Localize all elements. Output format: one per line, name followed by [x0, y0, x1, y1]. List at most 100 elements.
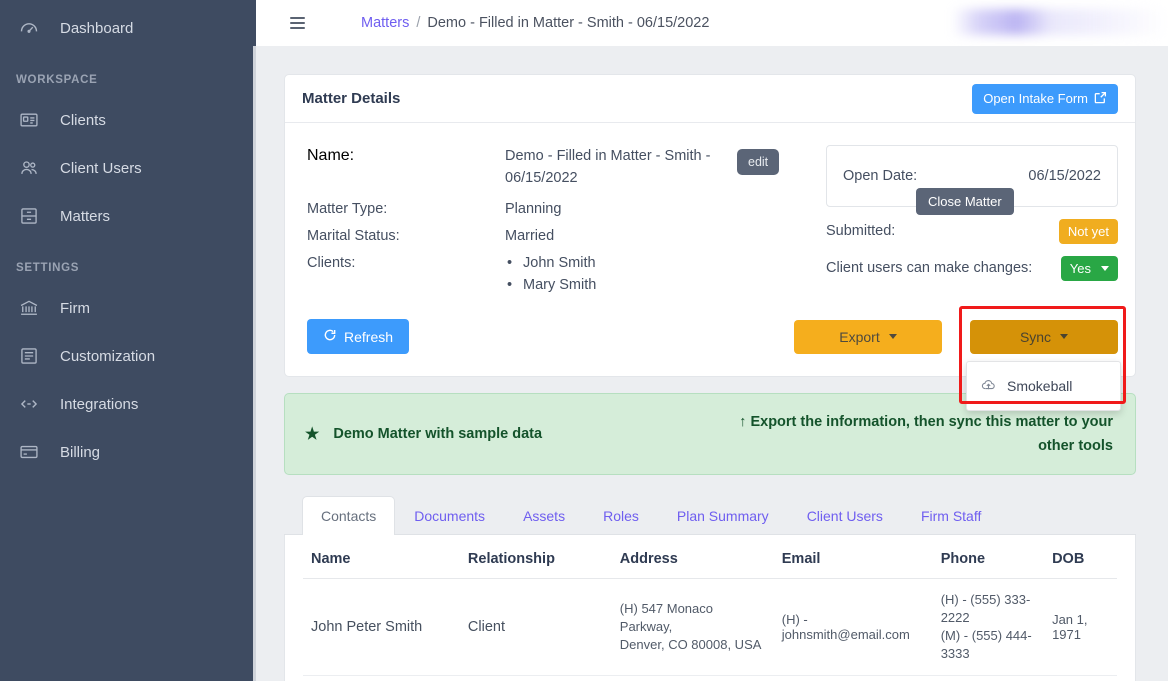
field-marital-status-row: Marital Status: Married — [307, 225, 794, 247]
sync-dropdown-group: Sync Smokeball — [970, 320, 1118, 354]
sidebar-item-label: Customization — [60, 348, 155, 365]
edit-button[interactable]: edit — [737, 149, 779, 175]
tab-documents[interactable]: Documents — [395, 496, 504, 535]
sidebar-item-customization[interactable]: Customization — [0, 332, 256, 380]
id-card-icon — [18, 109, 40, 131]
bank-icon — [18, 297, 40, 319]
open-intake-form-label: Open Intake Form — [983, 91, 1088, 106]
sidebar-item-firm[interactable]: Firm — [0, 284, 256, 332]
cell-phone: (M) - (555) 444-3333 (H) - (555) 333-222… — [933, 676, 1044, 681]
credit-card-icon — [18, 441, 40, 463]
matter-status-panel: Open Date: 06/15/2022 Close Matter Submi… — [794, 145, 1118, 301]
contacts-table: Name Relationship Address Email Phone DO… — [303, 535, 1117, 681]
cell-phone: (H) - (555) 333-2222 (M) - (555) 444-333… — [933, 579, 1044, 676]
tab-bar: Contacts Documents Assets Roles Plan Sum… — [284, 495, 1136, 535]
sidebar-section-settings: SETTINGS — [0, 240, 256, 284]
cloud-upload-icon — [981, 377, 996, 395]
field-clients-label: Clients: — [307, 252, 505, 296]
open-intake-form-button[interactable]: Open Intake Form — [972, 84, 1118, 114]
breadcrumb-current: Demo - Filled in Matter - Smith - 06/15/… — [427, 15, 709, 31]
refresh-icon — [323, 328, 337, 345]
cell-relationship: Client — [460, 676, 612, 681]
phone-line-2: (M) - (555) 444-3333 — [941, 627, 1036, 663]
cell-name: Mary Smith — [303, 676, 460, 681]
matter-details-header: Matter Details Open Intake Form — [285, 75, 1135, 123]
column-header-email: Email — [774, 535, 933, 579]
sync-menu-item-label: Smokeball — [1007, 378, 1072, 394]
chevron-down-icon — [1060, 334, 1068, 339]
sync-button[interactable]: Sync — [970, 320, 1118, 354]
sidebar-item-label: Clients — [60, 112, 106, 129]
cell-address: (H) 547 Monaco Parkway, Denver, CO 80008… — [612, 579, 774, 676]
address-line-2: Denver, CO 80008, USA — [620, 636, 766, 654]
tab-client-users[interactable]: Client Users — [788, 496, 902, 535]
field-matter-type-row: Matter Type: Planning — [307, 198, 794, 220]
address-line-1: (H) 547 Monaco Parkway, — [620, 600, 766, 636]
cell-name: John Peter Smith — [303, 579, 460, 676]
status-badge: Not yet — [1059, 219, 1118, 244]
sidebar-item-clients[interactable]: Clients — [0, 96, 256, 144]
sidebar-item-label: Billing — [60, 444, 100, 461]
client-changes-dropdown[interactable]: Yes — [1061, 256, 1118, 281]
users-icon — [18, 157, 40, 179]
tab-assets[interactable]: Assets — [504, 496, 584, 535]
field-name-label: Name: — [307, 145, 505, 167]
sidebar-item-dashboard[interactable]: Dashboard — [0, 4, 256, 52]
refresh-button[interactable]: Refresh — [307, 319, 409, 354]
topbar: Matters / Demo - Filled in Matter - Smit… — [256, 0, 1168, 46]
export-button[interactable]: Export — [794, 320, 942, 354]
sidebar-item-integrations[interactable]: Integrations — [0, 380, 256, 428]
list-item: Mary Smith — [505, 274, 794, 296]
tab-contacts[interactable]: Contacts — [302, 496, 395, 535]
page-content: Matter Details Open Intake Form — [256, 46, 1168, 681]
table-header-row: Name Relationship Address Email Phone DO… — [303, 535, 1117, 579]
matter-fields: Name: Demo - Filled in Matter - Smith - … — [302, 145, 794, 301]
banner-left-text: Demo Matter with sample data — [333, 426, 542, 442]
field-matter-type-value: Planning — [505, 198, 794, 220]
cell-email: (H) - johnsmith@email.com — [774, 579, 933, 676]
breadcrumb: Matters / Demo - Filled in Matter - Smit… — [361, 15, 709, 31]
matter-actions: Refresh Export Sync — [285, 315, 1135, 376]
field-matter-type-label: Matter Type: — [307, 198, 505, 220]
sync-label: Sync — [1020, 329, 1051, 345]
sidebar-item-label: Integrations — [60, 396, 138, 413]
column-header-phone: Phone — [933, 535, 1044, 579]
field-name-row: Name: Demo - Filled in Matter - Smith - … — [307, 145, 794, 189]
breadcrumb-link-matters[interactable]: Matters — [361, 15, 409, 31]
table-row[interactable]: Mary Smith Client (H) 547 Monaco Parkway… — [303, 676, 1117, 681]
field-marital-status-value: Married — [505, 225, 794, 247]
sidebar-item-matters[interactable]: Matters — [0, 192, 256, 240]
chevron-down-icon — [1101, 266, 1109, 271]
cell-relationship: Client — [460, 579, 612, 676]
app-root: Dashboard WORKSPACE Clients Client Users — [0, 0, 1168, 681]
tab-roles[interactable]: Roles — [584, 496, 658, 535]
code-brackets-icon — [18, 393, 40, 415]
dashboard-icon — [18, 17, 40, 39]
field-marital-status-label: Marital Status: — [307, 225, 505, 247]
tab-plan-summary[interactable]: Plan Summary — [658, 496, 788, 535]
close-matter-tooltip: Close Matter — [916, 188, 1014, 215]
phone-line-1: (H) - (555) 333-2222 — [941, 591, 1036, 627]
chevron-down-icon — [889, 334, 897, 339]
redacted-user-label — [952, 9, 1168, 35]
column-header-name: Name — [303, 535, 460, 579]
sidebar-item-billing[interactable]: Billing — [0, 428, 256, 476]
field-name-value: Demo - Filled in Matter - Smith - 06/15/… — [505, 145, 721, 189]
list-item: John Smith — [505, 252, 794, 274]
arrow-up-icon: ↑ — [739, 414, 746, 430]
sync-menu-item-smokeball[interactable]: Smokeball — [967, 369, 1120, 403]
main-area: Matters / Demo - Filled in Matter - Smit… — [256, 0, 1168, 681]
contacts-section: Contacts Documents Assets Roles Plan Sum… — [284, 495, 1136, 681]
breadcrumb-separator: / — [416, 15, 420, 31]
sidebar-item-label: Dashboard — [60, 20, 133, 37]
cell-dob: Feb 2, 1971 — [1044, 676, 1117, 681]
hamburger-icon[interactable] — [290, 11, 314, 35]
table-row[interactable]: John Peter Smith Client (H) 547 Monaco P… — [303, 579, 1117, 676]
client-changes-row: Client users can make changes: Yes — [826, 255, 1118, 281]
tab-firm-staff[interactable]: Firm Staff — [902, 496, 1000, 535]
sidebar-item-client-users[interactable]: Client Users — [0, 144, 256, 192]
submitted-label: Submitted: — [826, 223, 895, 239]
contacts-table-card: Name Relationship Address Email Phone DO… — [284, 535, 1136, 681]
sidebar-item-label: Client Users — [60, 160, 142, 177]
column-header-relationship: Relationship — [460, 535, 612, 579]
